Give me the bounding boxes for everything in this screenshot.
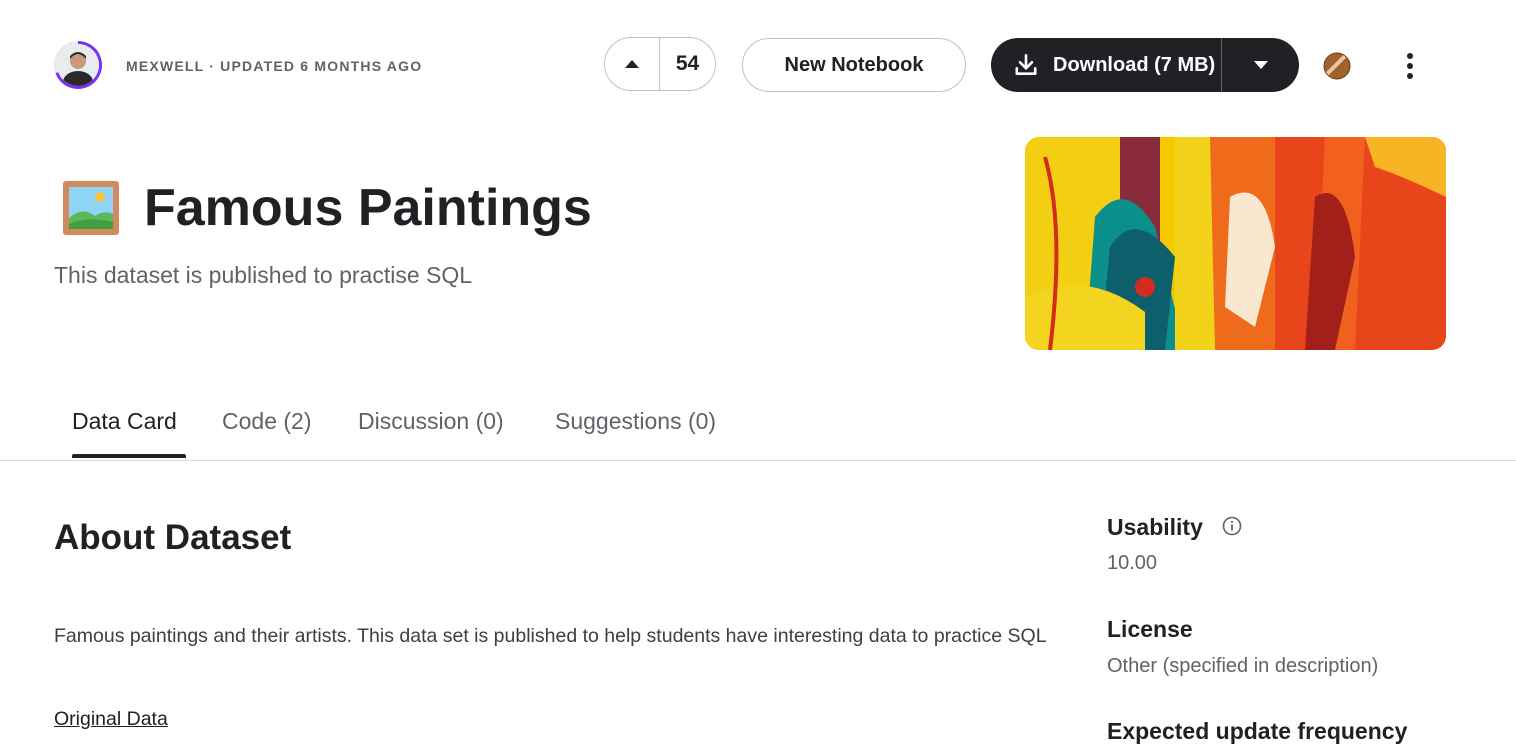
usability-label: Usability (1107, 514, 1203, 540)
download-split-button: Download (7 MB) (991, 38, 1299, 92)
vote-group: 54 (604, 37, 716, 91)
more-vert-icon (1407, 53, 1413, 59)
download-options-button[interactable] (1221, 38, 1299, 92)
active-tab-indicator (72, 454, 186, 458)
info-icon[interactable] (1222, 516, 1242, 536)
tab-bar: Data Card Code (2) Discussion (0) Sugges… (0, 400, 1516, 461)
license-value: Other (specified in description) (1107, 655, 1379, 677)
tab-code[interactable]: Code (2) (222, 408, 311, 435)
arrow-up-icon (625, 60, 639, 68)
original-data-link[interactable]: Original Data (54, 708, 168, 731)
license-label: License (1107, 616, 1193, 642)
dataset-description: Famous paintings and their artists. This… (54, 625, 1047, 647)
tab-suggestions[interactable]: Suggestions (0) (555, 408, 716, 435)
dataset-subtitle: This dataset is published to practise SQ… (54, 262, 473, 288)
owner-update-meta[interactable]: MEXWELL · UPDATED 6 MONTHS AGO (126, 58, 422, 74)
owner-avatar[interactable] (54, 41, 102, 89)
download-button[interactable]: Download (7 MB) (991, 38, 1221, 92)
user-profile-avatar[interactable] (1323, 52, 1351, 80)
download-icon (1015, 53, 1037, 75)
new-notebook-button[interactable]: New Notebook (742, 38, 966, 92)
about-heading: About Dataset (54, 518, 292, 557)
tab-data-card[interactable]: Data Card (72, 408, 177, 435)
person-icon (57, 44, 99, 86)
usability-value: 10.00 (1107, 552, 1158, 574)
cover-image (1025, 137, 1446, 350)
dataset-title: Famous Paintings (144, 179, 592, 237)
vote-count[interactable]: 54 (660, 38, 715, 90)
more-options-button[interactable] (1396, 48, 1424, 84)
tab-discussion[interactable]: Discussion (0) (358, 408, 504, 435)
download-label: Download (7 MB) (1053, 53, 1216, 76)
framed-picture-icon (63, 181, 119, 235)
upvote-button[interactable] (605, 38, 660, 90)
chevron-down-icon (1253, 61, 1268, 69)
